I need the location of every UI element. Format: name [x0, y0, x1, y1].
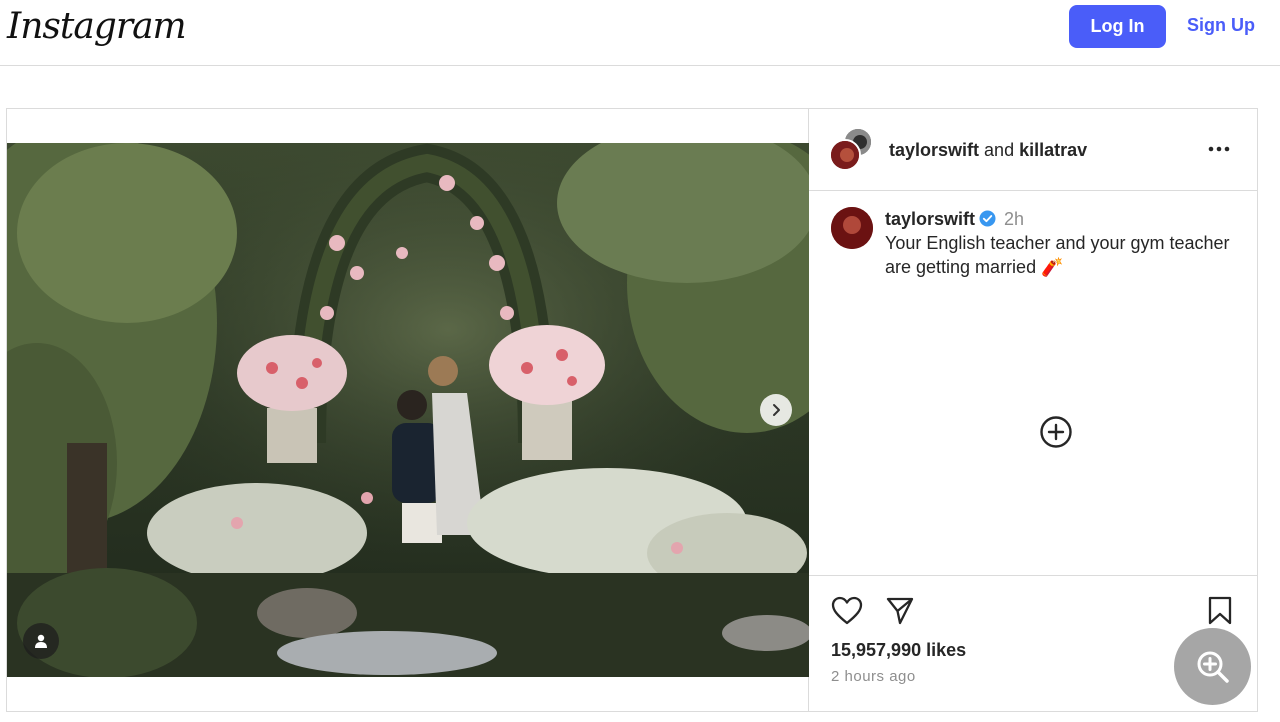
more-options-button[interactable]	[1205, 139, 1233, 159]
verified-badge-icon	[979, 210, 996, 227]
likes-count[interactable]: 15,957,990 likes	[831, 640, 966, 661]
caption-avatar[interactable]	[831, 207, 873, 249]
more-horizontal-icon	[1208, 146, 1230, 152]
username-killatrav[interactable]: killatrav	[1019, 140, 1087, 160]
top-bar: Instagram Log In Sign Up	[0, 0, 1280, 66]
caption-username[interactable]: taylorswift	[885, 209, 975, 229]
garden-photo-image	[7, 143, 809, 677]
next-photo-button[interactable]	[760, 394, 792, 426]
post-timestamp: 2 hours ago	[831, 668, 916, 685]
login-button[interactable]: Log In	[1069, 5, 1166, 48]
post-header: taylorswift and killatrav	[809, 109, 1257, 191]
chevron-right-icon	[773, 404, 780, 416]
like-button[interactable]	[831, 596, 863, 631]
bookmark-icon	[1208, 596, 1232, 625]
instagram-logo[interactable]: Instagram	[7, 6, 187, 47]
avatar-taylorswift	[829, 139, 861, 171]
user-tag-icon	[35, 634, 47, 648]
caption-body: taylorswift 2h Your English teacher and y…	[885, 207, 1235, 279]
user-tag-button[interactable]	[23, 623, 59, 659]
caption-text: Your English teacher and your gym teache…	[885, 233, 1230, 277]
add-comment-button[interactable]	[1039, 415, 1073, 449]
signup-link[interactable]: Sign Up	[1187, 15, 1255, 36]
collab-usernames: taylorswift and killatrav	[889, 140, 1087, 161]
username-taylorswift[interactable]: taylorswift	[889, 140, 979, 160]
post-sidebar: taylorswift and killatrav taylorswift 2h …	[809, 109, 1257, 711]
post-card: taylorswift and killatrav taylorswift 2h …	[6, 108, 1258, 712]
plus-circle-icon	[1040, 416, 1072, 448]
post-photo[interactable]	[7, 143, 809, 677]
collab-avatars[interactable]	[829, 127, 875, 173]
zoom-in-icon	[1197, 651, 1229, 683]
caption-time: 2h	[1004, 209, 1025, 229]
post-media	[7, 109, 809, 711]
heart-icon	[831, 596, 863, 625]
zoom-button[interactable]	[1174, 628, 1251, 705]
share-button[interactable]	[885, 596, 915, 631]
conjunction-text: and	[984, 140, 1015, 160]
save-button[interactable]	[1207, 596, 1233, 631]
send-icon	[886, 597, 914, 625]
